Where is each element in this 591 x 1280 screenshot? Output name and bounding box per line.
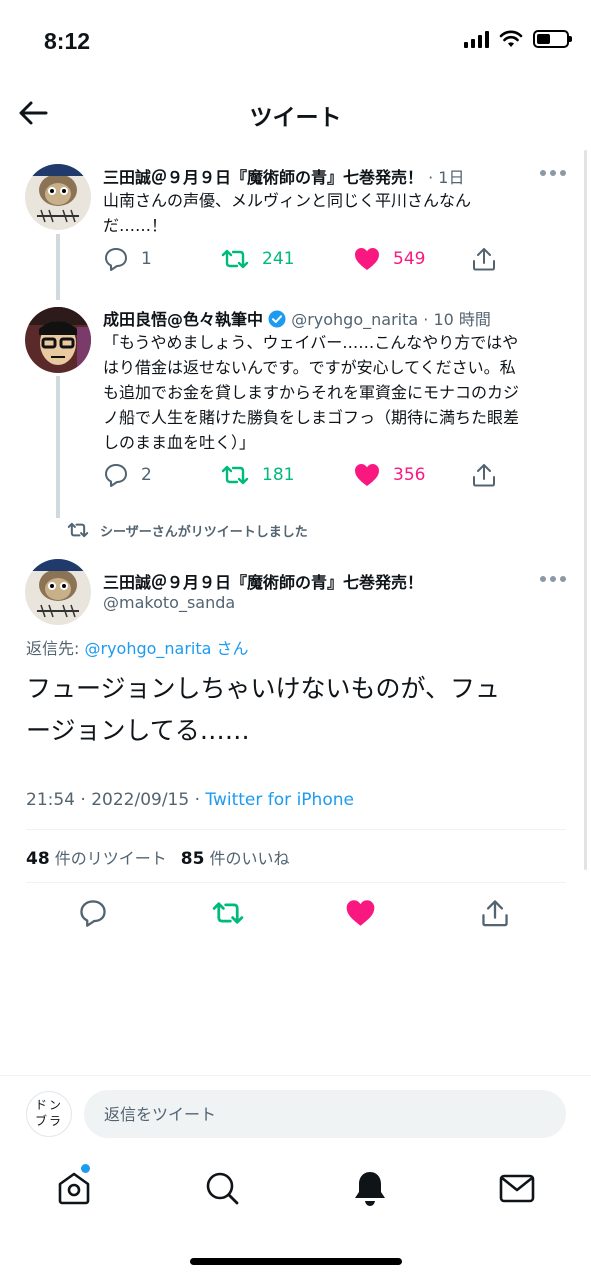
share-button[interactable]	[471, 462, 497, 488]
tweet-actions: 1 241 549	[103, 246, 497, 272]
divider	[26, 829, 566, 830]
like-stat-count: 85	[180, 849, 205, 869]
display-name[interactable]: 成田良悟@色々執筆中	[103, 310, 263, 329]
display-name[interactable]: 三田誠＠９月９日『魔術師の青』七巻発売！	[103, 168, 423, 187]
thread-line	[56, 376, 60, 518]
share-icon	[473, 248, 495, 271]
bottom-tab-bar	[0, 1150, 591, 1230]
retweet-count: 241	[262, 249, 295, 269]
reply-count: 1	[141, 249, 152, 269]
battery-icon	[533, 30, 572, 48]
share-icon[interactable]	[480, 898, 510, 928]
retweeted-by-banner[interactable]: シーザーさんがリツイートしました	[66, 520, 308, 540]
avatar[interactable]	[25, 559, 91, 625]
retweeted-by-text: シーザーさんがリツイートしました	[100, 524, 308, 540]
retweet-icon	[221, 465, 249, 485]
tweet-text-line: はり借金は返せないんです。ですが安心してください。私	[103, 358, 516, 377]
verified-icon	[268, 310, 286, 328]
home-notification-dot	[81, 1164, 90, 1173]
retweet-icon	[221, 249, 249, 269]
tweet-text-line: 山南さんの声優、メルヴィンと同じく平川さんなん	[103, 191, 472, 210]
heart-icon	[355, 464, 379, 486]
reply-input[interactable]	[84, 1090, 566, 1138]
signal-icon	[464, 30, 489, 48]
replying-to-handle[interactable]: @ryohgo_narita	[84, 639, 211, 658]
avatar[interactable]	[25, 307, 91, 373]
tweet-age: · 1日	[428, 168, 465, 187]
reply-icon[interactable]	[78, 898, 108, 928]
like-stat[interactable]: 85 件のいいね	[181, 845, 290, 869]
home-indicator[interactable]	[190, 1258, 402, 1265]
retweet-stat-count: 48	[26, 849, 50, 869]
heart-icon	[355, 248, 379, 270]
tweet-header: 成田良悟@色々執筆中 @ryohgo_narita · 10 時間	[103, 306, 491, 330]
retweet-button[interactable]: 241	[220, 246, 353, 272]
retweet-count: 181	[262, 465, 295, 485]
mail-icon[interactable]	[497, 1168, 537, 1208]
status-bar: 8:12	[0, 0, 591, 88]
reply-icon	[105, 248, 127, 271]
tweet-text-line: ノ船で人生を賭けた勝負をしまゴフっ（期待に満ちた眼差	[103, 408, 520, 427]
retweet-stat[interactable]: 48 件のリツイート	[26, 845, 167, 869]
tweet-text: 「もうやめましょう、ウェイバー……こんなやり方ではや はり借金は返せないんです。…	[103, 330, 519, 455]
like-count: 549	[393, 249, 426, 269]
heart-icon[interactable]	[344, 898, 377, 928]
replying-to-suffix: さん	[211, 639, 249, 658]
search-icon[interactable]	[202, 1168, 242, 1208]
replying-to: 返信先: @ryohgo_narita さん	[26, 635, 249, 659]
like-count: 356	[393, 465, 426, 485]
tweet-time: 21:54 · 2022/09/15 ·	[26, 790, 206, 810]
status-time: 8:12	[44, 28, 91, 54]
user-handle[interactable]: @makoto_sanda	[103, 593, 235, 612]
bell-icon[interactable]	[350, 1168, 390, 1208]
display-name[interactable]: 三田誠＠９月９日『魔術師の青』七巻発売！	[103, 573, 423, 592]
top-header: ツイート	[0, 88, 591, 140]
tweet-timestamp: 21:54 · 2022/09/15 · Twitter for iPhone	[26, 790, 354, 810]
tweet-text-line: も追加でお金を貸しますからそれを軍資金にモナコのカジ	[103, 383, 520, 402]
reply-icon	[105, 464, 127, 487]
retweet-icon	[67, 522, 89, 538]
main-tweet-text-line: ージョンしてる……	[26, 716, 250, 745]
home-icon[interactable]	[54, 1168, 94, 1208]
retweet-button[interactable]: 181	[220, 462, 353, 488]
scroll-indicator[interactable]	[584, 150, 587, 870]
replying-to-label: 返信先:	[26, 639, 85, 658]
tweet-age: · 10 時間	[423, 310, 491, 329]
like-button[interactable]: 356	[353, 462, 471, 488]
page-title: ツイート	[249, 105, 342, 131]
tweet-text-line: しのまま血を吐く）」	[103, 433, 256, 452]
reply-button[interactable]: 2	[103, 462, 220, 488]
thread-line	[56, 234, 60, 300]
tweet-header: 三田誠＠９月９日『魔術師の青』七巻発売！ · 1日	[103, 164, 464, 188]
user-handle[interactable]: @ryohgo_narita	[291, 310, 418, 329]
main-tweet-header: 三田誠＠９月９日『魔術師の青』七巻発売！	[103, 569, 423, 593]
reply-button[interactable]: 1	[103, 246, 220, 272]
avatar[interactable]	[25, 164, 91, 230]
main-tweet-text-line: フュージョンしちゃいけないものが、フュ	[26, 674, 501, 703]
tweet-stats: 48 件のリツイート 85 件のいいね	[26, 845, 290, 869]
more-icon[interactable]	[540, 576, 566, 584]
share-icon	[473, 464, 495, 487]
reply-bar: ドン ブラ	[0, 1075, 591, 1150]
divider	[26, 882, 566, 883]
main-tweet-handle-row: @makoto_sanda	[103, 593, 235, 612]
more-icon[interactable]	[540, 170, 566, 178]
reply-avatar-text: ドン	[34, 1098, 63, 1112]
wifi-icon	[499, 30, 523, 47]
share-button[interactable]	[471, 246, 497, 272]
tweet-text: 山南さんの声優、メルヴィンと同じく平川さんなん だ……！	[103, 188, 471, 238]
status-icons	[464, 30, 572, 48]
tweet-text-line: だ……！	[103, 216, 168, 235]
reply-avatar[interactable]: ドン ブラ	[26, 1091, 72, 1137]
like-button[interactable]: 549	[353, 246, 471, 272]
tweet-actions: 2 181 356	[103, 462, 497, 488]
like-stat-label: 件のいいね	[209, 849, 290, 868]
reply-avatar-text: ブラ	[34, 1114, 63, 1128]
reply-count: 2	[141, 465, 152, 485]
main-tweet-text: フュージョンしちゃいけないものが、フュ ージョンしてる……	[26, 668, 566, 752]
retweet-stat-label: 件のリツイート	[54, 849, 167, 868]
retweet-icon[interactable]	[210, 898, 246, 928]
tweet-source[interactable]: Twitter for iPhone	[205, 790, 354, 810]
tweet-text-line: 「もうやめましょう、ウェイバー……こんなやり方ではや	[103, 333, 519, 352]
